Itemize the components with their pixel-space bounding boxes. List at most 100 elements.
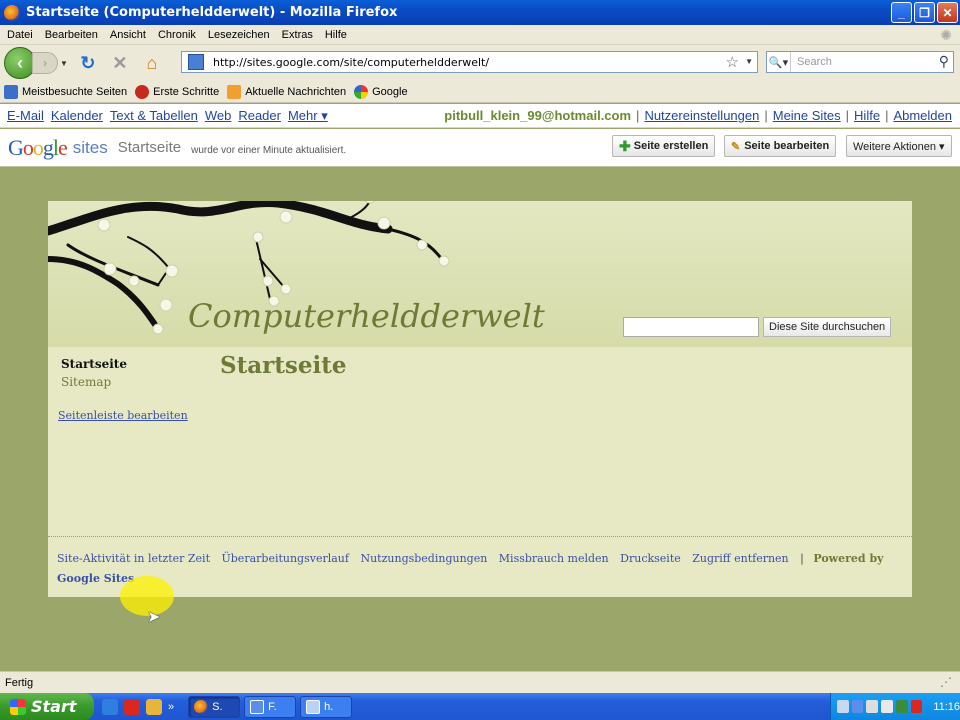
bookmark-erste-schritte[interactable]: Erste Schritte [135,84,219,99]
footer-remove-access-link[interactable]: Zugriff entfernen [692,552,788,565]
firefox-bookmark-icon [135,84,150,99]
reload-icon[interactable]: ↻ [76,51,100,75]
ie-icon[interactable] [102,698,118,715]
gbar-meine-sites[interactable]: Meine Sites [773,108,841,123]
menu-chronik[interactable]: Chronik [158,29,196,41]
menu-extras[interactable]: Extras [282,29,313,41]
bookmark-nachrichten[interactable]: Aktuelle Nachrichten [227,84,346,99]
tray-app-icon[interactable] [851,700,864,713]
menu-lesezeichen[interactable]: Lesezeichen [208,29,270,41]
search-bar[interactable]: 🔍▾ Search ⚲ [766,51,954,73]
tray-antivirus-icon[interactable] [910,700,923,713]
site-banner: Computerheldderwelt Diese Site durchsuch… [48,201,912,347]
forward-button[interactable]: › [32,52,58,74]
google-logo[interactable]: Google [8,135,68,161]
gbar-nutzereinstellungen[interactable]: Nutzereinstellungen [644,108,759,123]
footer-print-link[interactable]: Druckseite [620,552,681,565]
footer-revision-history-link[interactable]: Überarbeitungsverlauf [222,552,349,565]
document-icon [306,699,321,714]
sites-header: Google sites Startseite wurde vor einer … [0,129,960,167]
sites-wordmark[interactable]: sites [73,138,108,158]
gbar-abmelden[interactable]: Abmelden [893,108,952,123]
home-icon[interactable]: ⌂ [140,51,164,75]
site-footer: Site-Aktivität in letzter Zeit Überarbei… [48,536,912,589]
google-icon [354,84,369,99]
header-page-name: Startseite [117,139,182,156]
edit-page-button[interactable]: ✎ Seite bearbeiten [724,135,837,157]
gbar-kalender[interactable]: Kalender [51,108,103,123]
bookmark-star-icon[interactable]: ☆ [726,53,739,71]
rss-icon [227,84,242,99]
sidebar-item-startseite[interactable]: Startseite [61,357,127,371]
gbar-text-tabellen[interactable]: Text & Tabellen [110,108,198,123]
window-app-icon [250,699,265,714]
bookmarks-toolbar: Meistbesuchte Seiten Erste Schritte Aktu… [0,81,960,103]
more-actions-button[interactable]: Weitere Aktionen ▾ [846,135,952,157]
powered-by-text: Powered by [813,552,884,565]
taskbar-item-firefox[interactable]: S. [188,695,241,718]
menu-ansicht[interactable]: Ansicht [110,29,146,41]
search-engine-icon[interactable]: 🔍▾ [767,52,791,72]
history-dropdown-icon[interactable]: ▼ [60,59,68,68]
create-page-button[interactable]: ✚ Seite erstellen [612,135,716,157]
status-bar: Fertig ⋰ [0,671,960,693]
search-go-icon[interactable]: ⚲ [939,53,949,70]
start-button[interactable]: Start [0,693,94,720]
user-email: pitbull_klein_99@hotmail.com [444,108,632,123]
taskbar-item-f[interactable]: F. [244,695,297,718]
search-placeholder[interactable]: Search [797,56,832,68]
windows-flag-icon [10,698,26,715]
edit-sidebar-link[interactable]: Seitenleiste bearbeiten [58,409,188,422]
maximize-button[interactable]: ❐ [914,2,935,23]
clock: 11:16 [933,700,960,713]
bookmark-meistbesuchte[interactable]: Meistbesuchte Seiten [4,84,127,99]
menu-bearbeiten[interactable]: Bearbeiten [45,29,98,41]
tray-volume-icon[interactable] [881,700,893,713]
gbar-web[interactable]: Web [205,108,232,123]
pencil-icon: ✎ [731,140,741,153]
url-bar[interactable]: http://sites.google.com/site/computerhel… [181,51,758,73]
minimize-button[interactable]: _ [891,2,912,23]
footer-report-abuse-link[interactable]: Missbrauch melden [499,552,609,565]
mouse-cursor-icon: ➤ [147,609,161,626]
taskbar-item-h[interactable]: h. [300,695,353,718]
navigation-toolbar: ‹ › ▼ ↻ ✕ ⌂ http://sites.google.com/site… [0,45,960,81]
site-title[interactable]: Computerheldderwelt [188,297,545,335]
sidebar-item-sitemap[interactable]: Sitemap [61,375,127,389]
site-search-input[interactable] [623,317,759,337]
gbar-mehr[interactable]: Mehr ▾ [288,108,328,124]
sidebar: Startseite Sitemap [61,357,127,389]
status-text: Fertig [5,676,34,689]
bookmark-google[interactable]: Google [354,84,408,99]
url-text[interactable]: http://sites.google.com/site/computerhel… [213,56,489,69]
tray-network-icon[interactable] [837,700,849,713]
site-page: Computerheldderwelt Diese Site durchsuch… [48,201,912,597]
bookmark-folder-icon [4,84,18,99]
gbar-hilfe[interactable]: Hilfe [854,108,880,123]
footer-terms-link[interactable]: Nutzungsbedingungen [360,552,487,565]
tray-globe-icon[interactable] [895,700,908,713]
window-titlebar: Startseite (Computerheldderwelt) - Mozil… [0,0,960,25]
quick-launch-expand-icon[interactable]: » [168,701,174,713]
windows-taskbar: Start » S. F. h. 11:16 [0,693,960,720]
menu-datei[interactable]: Datei [7,29,33,41]
footer-site-activity-link[interactable]: Site-Aktivität in letzter Zeit [57,552,210,565]
antivirus-icon[interactable] [124,698,140,715]
menu-bar: Datei Bearbeiten Ansicht Chronik Lesezei… [0,25,960,45]
folder-icon[interactable] [146,698,162,715]
google-bar: E-Mail Kalender Text & Tabellen Web Read… [0,104,960,128]
google-sites-link[interactable]: Google Sites [57,572,134,585]
quick-launch: » [102,698,174,715]
gbar-reader[interactable]: Reader [238,108,281,123]
menu-hilfe[interactable]: Hilfe [325,29,347,41]
site-search-button[interactable]: Diese Site durchsuchen [763,317,892,337]
stop-icon[interactable]: ✕ [108,51,132,75]
site-favicon-icon [188,54,204,70]
resize-grip-icon[interactable]: ⋰ [940,675,952,689]
url-dropdown-icon[interactable]: ▼ [745,57,753,66]
throbber-icon: ✺ [940,27,952,43]
close-button[interactable]: ✕ [937,2,958,23]
gbar-email[interactable]: E-Mail [7,108,44,123]
window-title: Startseite (Computerheldderwelt) - Mozil… [26,5,398,20]
tray-monitor-icon[interactable] [866,700,879,713]
